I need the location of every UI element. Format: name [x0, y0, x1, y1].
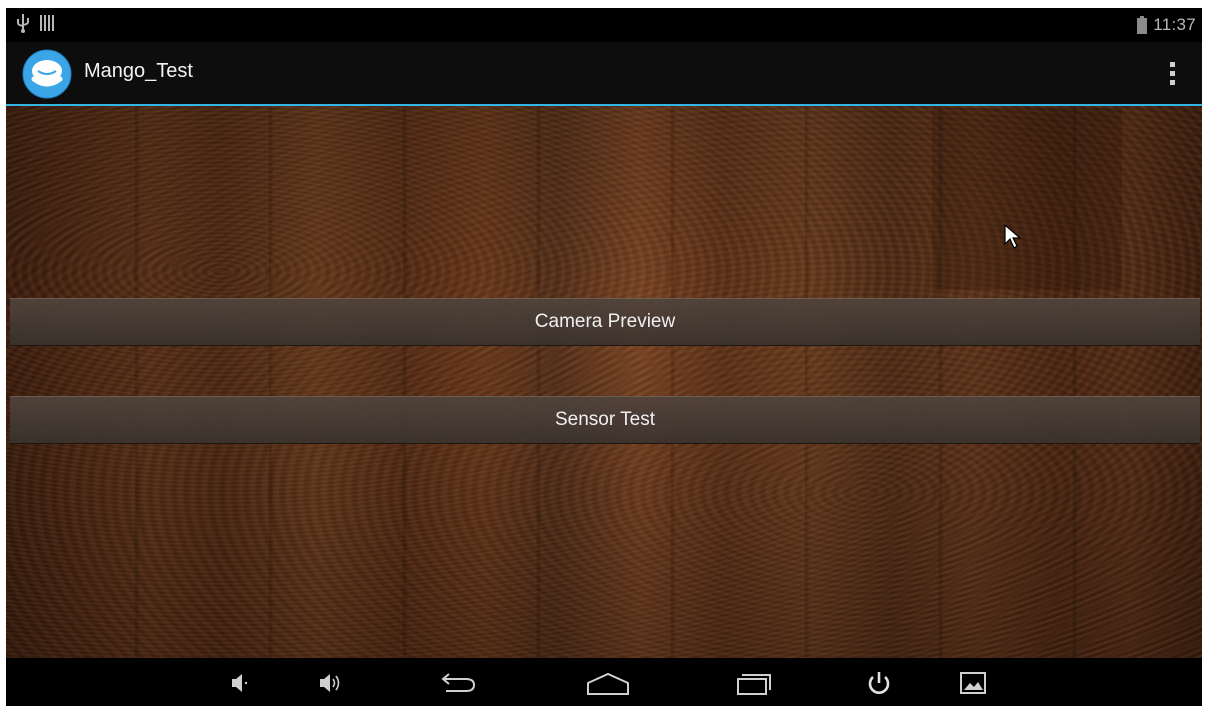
status-notifications — [16, 13, 54, 33]
recent-apps-icon[interactable] — [734, 670, 778, 696]
wood-panel-shade — [932, 108, 1122, 290]
status-clock: 11:37 — [1153, 15, 1196, 34]
overflow-dot — [1169, 61, 1175, 67]
status-bar: 11:37 — [6, 8, 1202, 42]
overflow-menu-icon[interactable] — [1162, 56, 1182, 90]
volume-down-icon[interactable] — [224, 670, 258, 696]
sensor-test-button[interactable]: Sensor Test — [10, 396, 1200, 444]
mango-logo-icon[interactable] — [22, 49, 72, 99]
mouse-pointer-icon — [1004, 224, 1022, 249]
battery-icon — [1137, 16, 1148, 34]
overflow-dot — [1169, 70, 1175, 76]
device-screen: 11:37 Mango_Test Camera Preview Sensor T… — [6, 8, 1202, 706]
power-icon[interactable] — [862, 670, 896, 696]
usb-icon — [17, 14, 29, 33]
overflow-dot — [1169, 79, 1175, 85]
home-icon[interactable] — [584, 670, 632, 696]
camera-preview-button[interactable]: Camera Preview — [10, 298, 1200, 346]
volume-up-icon[interactable] — [314, 670, 348, 696]
back-icon[interactable] — [436, 670, 480, 696]
barcode-notification-icon — [40, 15, 54, 31]
wood-background-content: Camera Preview Sensor Test — [6, 106, 1202, 658]
status-system: 11:37 — [1137, 15, 1196, 35]
app-title: Mango_Test — [84, 60, 193, 82]
screenshot-icon[interactable] — [956, 670, 990, 696]
action-bar: Mango_Test — [6, 42, 1202, 106]
navigation-bar — [6, 658, 1202, 706]
